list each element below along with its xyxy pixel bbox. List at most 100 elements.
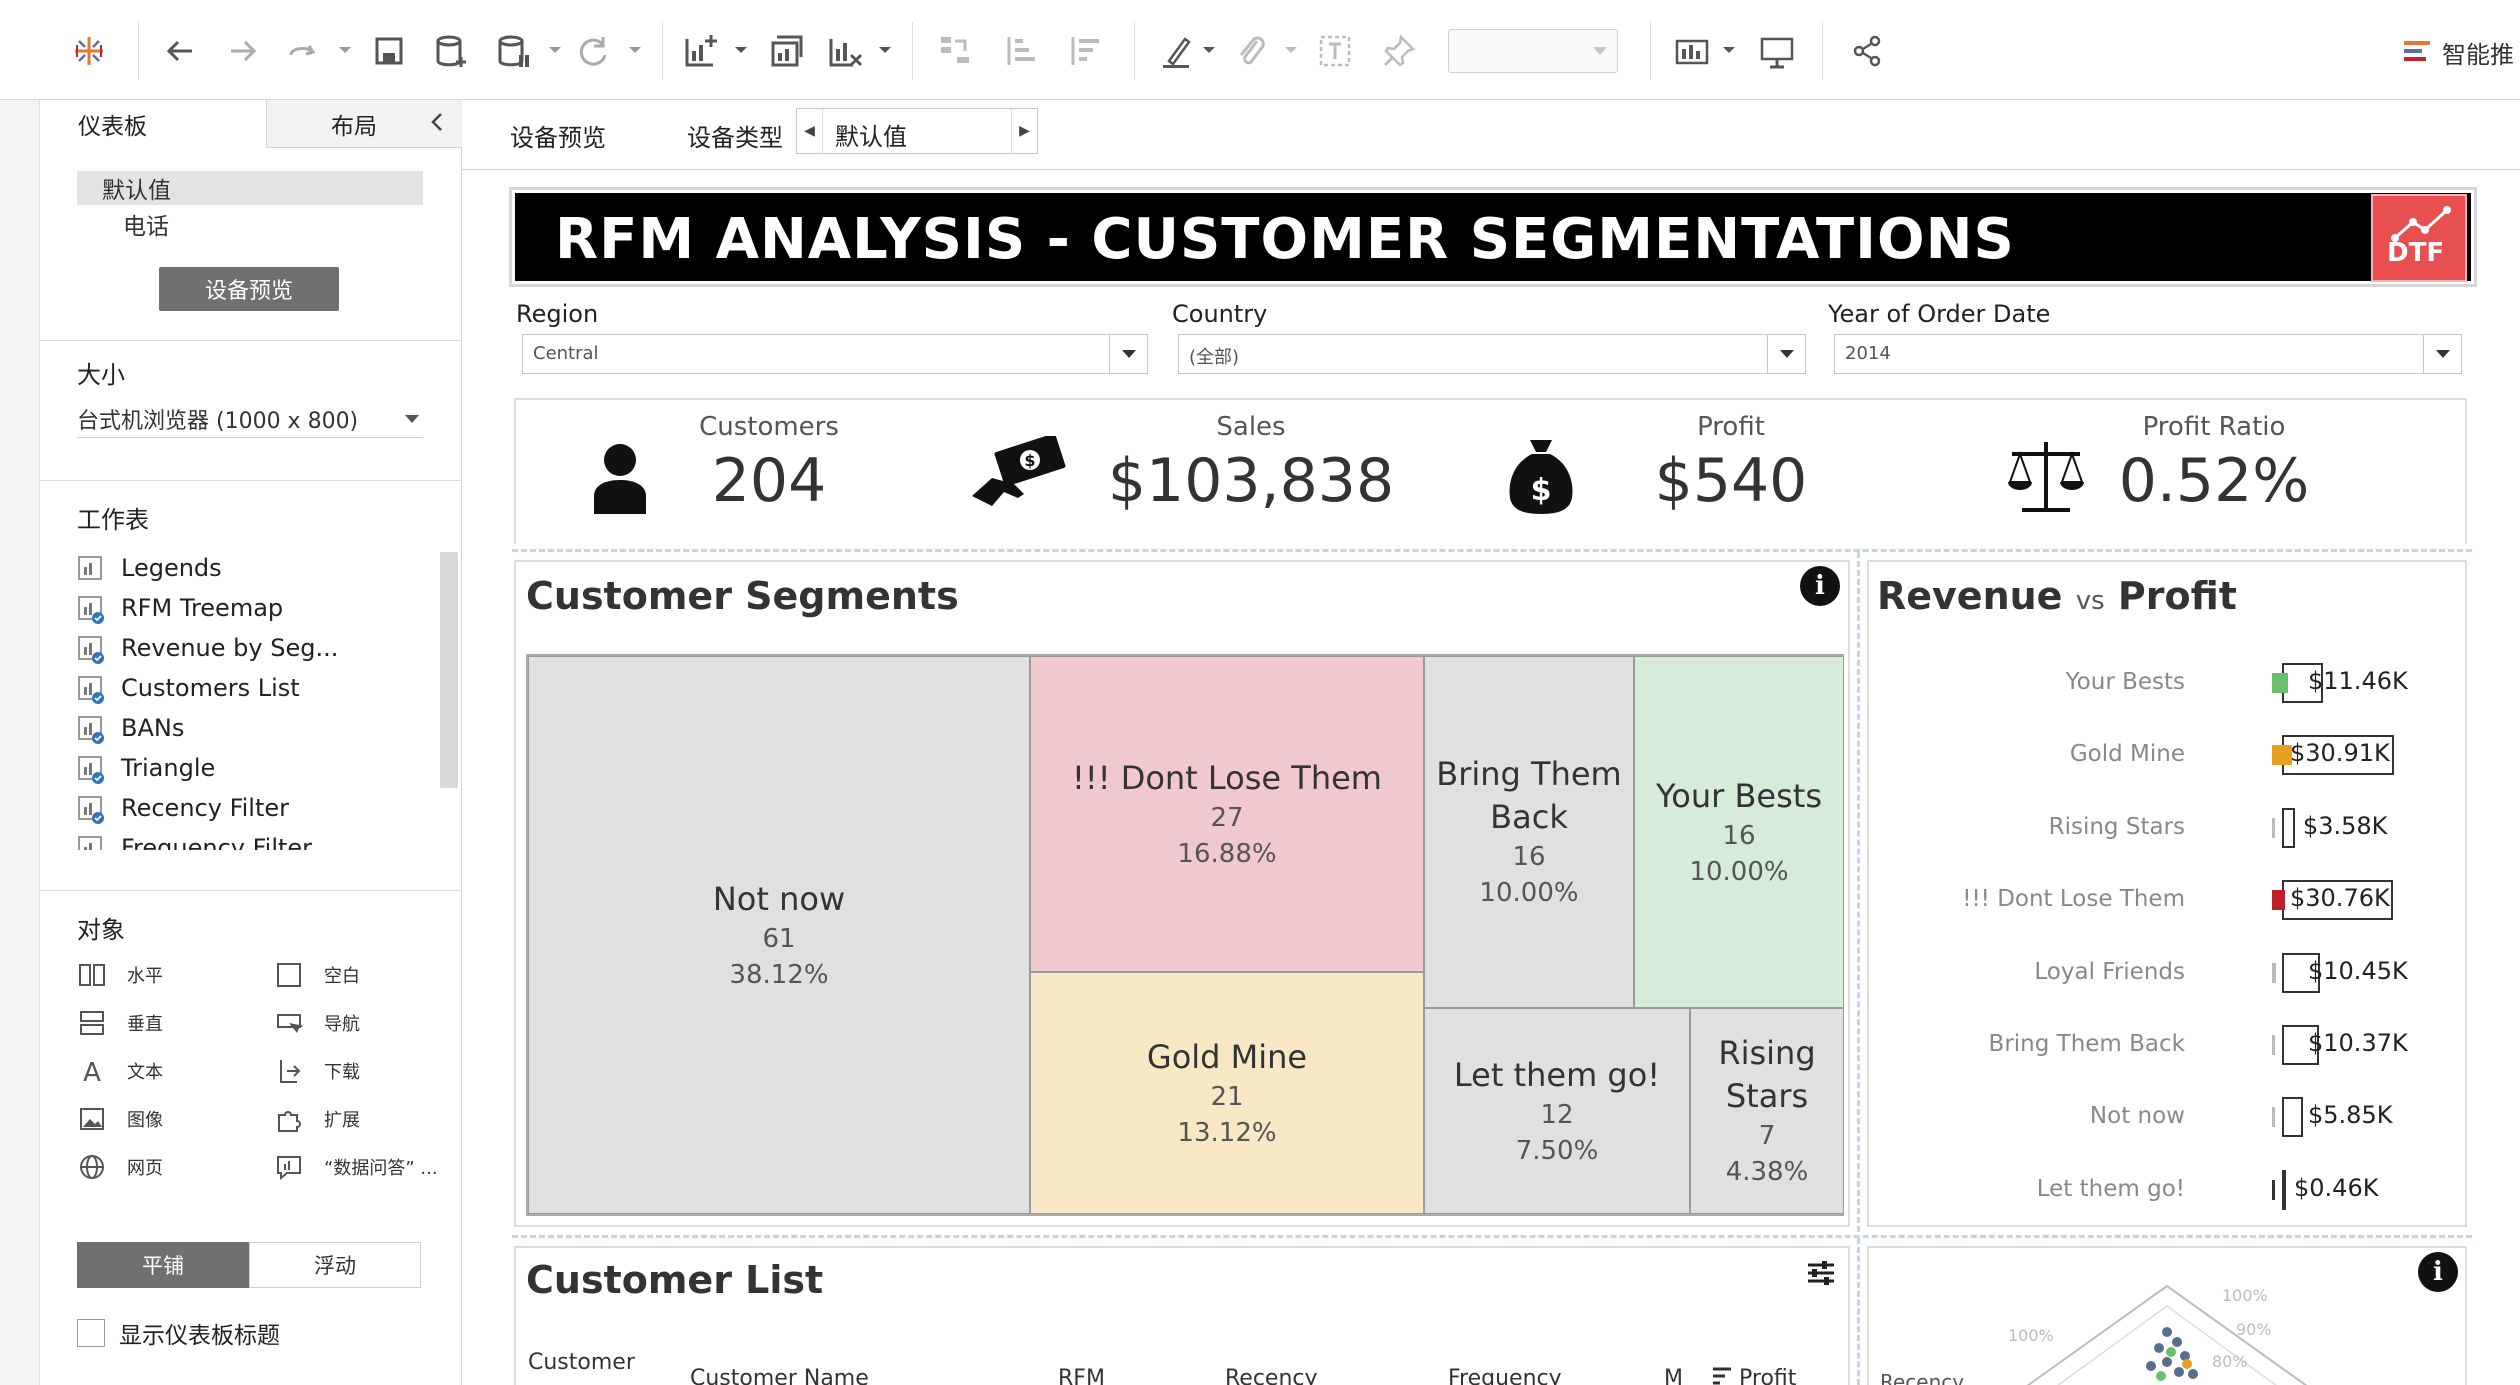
sort-ascending-icon[interactable] bbox=[994, 26, 1044, 76]
column-monetary[interactable]: M bbox=[1664, 1366, 1683, 1385]
revenue-bar[interactable] bbox=[2282, 807, 2295, 848]
sheet-item[interactable]: Legends bbox=[77, 548, 222, 588]
column-recency[interactable]: Recency bbox=[1225, 1366, 1318, 1385]
profit-bar[interactable] bbox=[2272, 962, 2276, 983]
fit-select[interactable] bbox=[1448, 29, 1618, 73]
bar-row[interactable]: Your Bests $11.46K bbox=[1870, 663, 2470, 703]
object-horizontal[interactable]: 水平 bbox=[77, 958, 163, 992]
pin-icon[interactable] bbox=[1374, 26, 1424, 76]
device-type-select[interactable]: ◀ 默认值 ▶ bbox=[796, 108, 1038, 154]
forward-icon[interactable] bbox=[218, 26, 268, 76]
smart-recommend-button[interactable]: 智能推 bbox=[2402, 30, 2514, 74]
redo-icon[interactable] bbox=[278, 26, 328, 76]
bar-row[interactable]: Loyal Friends $10.45K bbox=[1870, 952, 2470, 993]
chevron-down-icon[interactable] bbox=[734, 44, 748, 56]
sheet-item[interactable]: Triangle bbox=[77, 748, 215, 788]
sheet-item[interactable]: BANs bbox=[77, 708, 184, 748]
bar-row[interactable]: Rising Stars $3.58K bbox=[1870, 807, 2470, 848]
chevron-down-icon[interactable] bbox=[1202, 44, 1216, 56]
chevron-down-icon[interactable] bbox=[878, 44, 892, 56]
object-image[interactable]: 图像 bbox=[77, 1102, 163, 1136]
segment-tile[interactable]: Bring Them Back 16 10.00% bbox=[1424, 656, 1634, 1008]
bar-row[interactable]: Not now $5.85K bbox=[1870, 1097, 2470, 1138]
segment-tile[interactable]: Not now 61 38.12% bbox=[528, 656, 1030, 1214]
column-customer-name[interactable]: Customer Name bbox=[690, 1366, 869, 1385]
segment-tile[interactable]: Let them go! 12 7.50% bbox=[1424, 1008, 1690, 1214]
column-rfm[interactable]: RFM bbox=[1058, 1366, 1105, 1385]
sheet-item[interactable]: RFM Treemap bbox=[77, 588, 283, 628]
profit-bar[interactable] bbox=[2272, 745, 2292, 766]
profit-bar[interactable] bbox=[2272, 1035, 2276, 1055]
sheet-item[interactable]: Frequency Filter bbox=[77, 828, 312, 850]
chevron-down-icon[interactable] bbox=[1284, 44, 1298, 56]
device-item-phone[interactable]: 电话 bbox=[77, 207, 423, 241]
collapse-panel-icon[interactable] bbox=[426, 110, 450, 134]
save-icon[interactable] bbox=[364, 26, 414, 76]
tableau-logo-icon[interactable] bbox=[64, 26, 114, 76]
group-members-icon[interactable] bbox=[1226, 26, 1276, 76]
pause-data-icon[interactable] bbox=[488, 26, 538, 76]
filter-select[interactable]: Central bbox=[522, 334, 1148, 374]
show-labels-icon[interactable] bbox=[1310, 26, 1360, 76]
sheets-scrollbar[interactable] bbox=[440, 552, 458, 788]
segment-tile[interactable]: Rising Stars 7 4.38% bbox=[1690, 1008, 1844, 1214]
new-data-source-icon[interactable] bbox=[426, 26, 476, 76]
revenue-bar[interactable] bbox=[2282, 1169, 2286, 1210]
column-frequency[interactable]: Frequency bbox=[1448, 1366, 1562, 1385]
new-worksheet-icon[interactable] bbox=[676, 26, 726, 76]
object-web-page[interactable]: 网页 bbox=[77, 1150, 163, 1184]
segment-tile[interactable]: Your Bests 16 10.00% bbox=[1634, 656, 1844, 1008]
filter-select[interactable]: (全部) bbox=[1178, 334, 1806, 374]
profit-bar[interactable] bbox=[2272, 817, 2275, 838]
highlight-pen-icon[interactable] bbox=[1152, 26, 1202, 76]
tab-dashboard[interactable]: 仪表板 bbox=[40, 100, 266, 148]
presentation-mode-icon[interactable] bbox=[1752, 26, 1802, 76]
info-icon[interactable]: i bbox=[1800, 566, 1840, 606]
sheet-item[interactable]: Recency Filter bbox=[77, 788, 289, 828]
share-icon[interactable] bbox=[1842, 26, 1892, 76]
chevron-down-icon[interactable] bbox=[2423, 335, 2461, 373]
sheet-item[interactable]: Customers List bbox=[77, 668, 300, 708]
profit-bar[interactable] bbox=[2272, 1107, 2275, 1128]
object-navigation[interactable]: 导航 bbox=[274, 1006, 360, 1040]
profit-bar[interactable] bbox=[2272, 890, 2285, 911]
profit-bar[interactable] bbox=[2272, 673, 2289, 693]
object-text[interactable]: A 文本 bbox=[77, 1054, 163, 1088]
chevron-down-icon[interactable] bbox=[338, 44, 352, 56]
chevron-down-icon[interactable] bbox=[548, 44, 562, 56]
next-icon[interactable]: ▶ bbox=[1011, 109, 1037, 153]
chevron-down-icon[interactable] bbox=[1722, 44, 1736, 56]
size-select[interactable]: 台式机浏览器 (1000 x 800) bbox=[77, 400, 423, 438]
show-me-icon[interactable] bbox=[1668, 26, 1718, 76]
tiled-button[interactable]: 平铺 bbox=[77, 1242, 249, 1288]
sheet-item[interactable]: Revenue by Seg... bbox=[77, 628, 338, 668]
filter-settings-icon[interactable] bbox=[1806, 1258, 1836, 1288]
floating-button[interactable]: 浮动 bbox=[249, 1242, 421, 1288]
bar-row[interactable]: Bring Them Back $10.37K bbox=[1870, 1025, 2470, 1065]
filter-select[interactable]: 2014 bbox=[1834, 334, 2462, 374]
segment-tile[interactable]: !!! Dont Lose Them 27 16.88% bbox=[1030, 656, 1424, 972]
sort-descending-icon[interactable] bbox=[1058, 26, 1108, 76]
bar-row[interactable]: Gold Mine $30.91K bbox=[1870, 735, 2470, 776]
column-customer[interactable]: Customer bbox=[528, 1350, 635, 1375]
chevron-down-icon[interactable] bbox=[628, 44, 642, 56]
bar-row[interactable]: !!! Dont Lose Them $30.76K bbox=[1870, 880, 2470, 921]
profit-bar[interactable] bbox=[2272, 1179, 2275, 1200]
device-item-default[interactable]: 默认值 bbox=[77, 171, 423, 205]
segment-tile[interactable]: Gold Mine 21 13.12% bbox=[1030, 972, 1424, 1214]
clear-sheet-icon[interactable] bbox=[820, 26, 870, 76]
back-icon[interactable] bbox=[155, 26, 205, 76]
column-profit[interactable]: Profit bbox=[1712, 1366, 1796, 1385]
chevron-down-icon[interactable] bbox=[1767, 335, 1805, 373]
refresh-icon[interactable] bbox=[568, 26, 618, 76]
object-extension[interactable]: 扩展 bbox=[274, 1102, 360, 1136]
show-title-checkbox[interactable]: 显示仪表板标题 bbox=[77, 1316, 280, 1350]
chevron-down-icon[interactable] bbox=[1109, 335, 1147, 373]
object-download[interactable]: 下载 bbox=[274, 1054, 360, 1088]
swap-axes-icon[interactable] bbox=[930, 26, 980, 76]
previous-icon[interactable]: ◀ bbox=[797, 109, 823, 153]
revenue-bar[interactable] bbox=[2282, 1097, 2304, 1138]
duplicate-sheet-icon[interactable] bbox=[760, 26, 810, 76]
bar-row[interactable]: Let them go! $0.46K bbox=[1870, 1169, 2470, 1210]
device-preview-button[interactable]: 设备预览 bbox=[159, 267, 339, 311]
